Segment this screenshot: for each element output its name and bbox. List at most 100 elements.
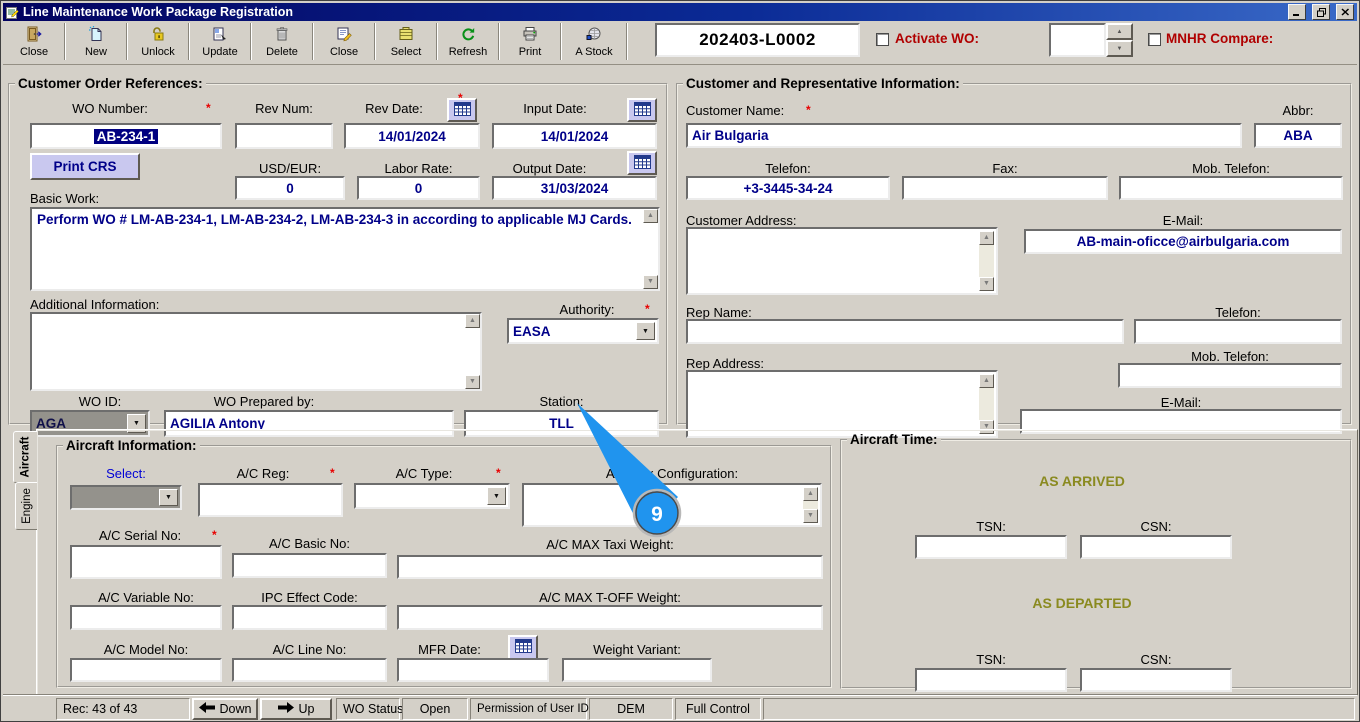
- scroll-up-icon[interactable]: ▲: [979, 231, 994, 245]
- tab-engine-label: Engine: [20, 488, 33, 524]
- restore-button[interactable]: [1312, 4, 1330, 20]
- calendar-icon: [453, 101, 471, 119]
- customer-address-label: Customer Address:: [686, 213, 797, 228]
- rev-date-calendar-button[interactable]: [447, 98, 477, 122]
- fax-input[interactable]: [902, 176, 1108, 200]
- close-window-button[interactable]: [1336, 4, 1354, 20]
- toolbar-separator: [312, 23, 314, 60]
- scroll-up-icon[interactable]: ▲: [643, 209, 658, 223]
- customer-name-input[interactable]: Air Bulgaria: [686, 123, 1242, 148]
- toolbar-print-button[interactable]: Print: [502, 23, 558, 64]
- scroll-down-icon[interactable]: ▼: [979, 277, 994, 291]
- tab-engine[interactable]: Engine: [15, 482, 37, 530]
- output-date-calendar-button[interactable]: [627, 151, 657, 175]
- rep-mob-telefon-input[interactable]: [1118, 363, 1342, 388]
- record-down-button[interactable]: Down: [192, 698, 258, 720]
- max-taxi-label: A/C MAX Taxi Weight:: [546, 537, 674, 552]
- activate-wo-checkbox[interactable]: [876, 33, 889, 46]
- vertical-scrollbar[interactable]: ▲ ▼: [979, 374, 994, 434]
- arrived-csn-input[interactable]: [1080, 535, 1232, 559]
- mob-telefon-input[interactable]: [1119, 176, 1343, 200]
- toolbar-refresh-button[interactable]: Refresh: [440, 23, 496, 64]
- max-toff-input[interactable]: [397, 605, 823, 630]
- scroll-up-icon[interactable]: ▲: [465, 314, 480, 328]
- spinner-up-button[interactable]: ▲: [1106, 23, 1133, 40]
- ac-reg-input[interactable]: [198, 483, 343, 517]
- record-up-button[interactable]: Up: [260, 698, 332, 720]
- toolbar-close-button[interactable]: Close: [6, 23, 62, 64]
- mfr-date-input[interactable]: [397, 658, 549, 682]
- toolbar-close2-button[interactable]: Close: [316, 23, 372, 64]
- scroll-down-icon[interactable]: ▼: [465, 375, 480, 389]
- minimize-button[interactable]: [1288, 4, 1306, 20]
- email-input[interactable]: AB-main-oficce@airbulgaria.com: [1024, 229, 1342, 254]
- ipc-code-input[interactable]: [232, 605, 387, 630]
- output-date-input[interactable]: 31/03/2024: [492, 176, 657, 200]
- chevron-down-icon[interactable]: ▼: [159, 489, 178, 506]
- ac-type-combo[interactable]: ▼: [354, 483, 510, 509]
- toolbar-new-button[interactable]: New: [68, 23, 124, 64]
- authority-label: Authority:: [559, 302, 615, 317]
- ac-basic-input[interactable]: [232, 553, 387, 578]
- usd-eur-input[interactable]: 0: [235, 176, 345, 200]
- input-date-input[interactable]: 14/01/2024: [492, 123, 657, 149]
- pax-config-textarea[interactable]: ▲ ▼: [522, 483, 822, 527]
- toolbar-update-button[interactable]: Update: [192, 23, 248, 64]
- chevron-down-icon[interactable]: ▼: [487, 487, 506, 505]
- toolbar-separator: [560, 23, 562, 60]
- toolbar-astock-button[interactable]: A Stock: [564, 23, 624, 64]
- mnhr-compare-checkbox[interactable]: [1148, 33, 1161, 46]
- scroll-down-icon[interactable]: ▼: [803, 509, 818, 523]
- toolbar-delete-button[interactable]: Delete: [254, 23, 310, 64]
- authority-required: *: [645, 302, 650, 316]
- tab-aircraft[interactable]: Aircraft: [13, 431, 37, 483]
- arrived-tsn-input[interactable]: [915, 535, 1067, 559]
- toolbar-select-button[interactable]: Select: [378, 23, 434, 64]
- rep-address-textarea[interactable]: ▲ ▼: [686, 370, 998, 438]
- ac-line-input[interactable]: [232, 658, 387, 682]
- departed-tsn-label: TSN:: [976, 652, 1006, 667]
- ac-serial-input[interactable]: [70, 545, 222, 579]
- scroll-up-icon[interactable]: ▲: [979, 374, 994, 388]
- toolbar-delete-label: Delete: [266, 46, 298, 58]
- labor-rate-input[interactable]: 0: [357, 176, 480, 200]
- wo-prepared-by-label: WO Prepared by:: [213, 394, 315, 409]
- permission-level-panel: Full Control: [675, 698, 761, 720]
- print-crs-button[interactable]: Print CRS: [30, 153, 140, 180]
- input-date-calendar-button[interactable]: [627, 98, 657, 122]
- print-crs-label: Print CRS: [53, 159, 117, 174]
- departed-tsn-input[interactable]: [915, 668, 1067, 692]
- basic-work-textarea[interactable]: Perform WO # LM-AB-234-1, LM-AB-234-2, L…: [30, 207, 660, 291]
- activate-wo-spinner-input[interactable]: [1049, 23, 1106, 57]
- mfr-date-calendar-button[interactable]: [508, 635, 538, 660]
- telefon-input[interactable]: +3-3445-34-24: [686, 176, 890, 200]
- max-taxi-input[interactable]: [397, 555, 823, 579]
- telefon-label: Telefon:: [765, 161, 811, 176]
- rep-telefon-input[interactable]: [1134, 319, 1342, 344]
- ac-variable-input[interactable]: [70, 605, 222, 630]
- scroll-down-icon[interactable]: ▼: [643, 275, 658, 289]
- ac-model-input[interactable]: [70, 658, 222, 682]
- additional-info-textarea[interactable]: ▲ ▼: [30, 312, 482, 391]
- rep-name-input[interactable]: [686, 319, 1124, 344]
- abbr-input[interactable]: ABA: [1254, 123, 1342, 148]
- authority-combo[interactable]: EASA ▼: [507, 318, 659, 344]
- toolbar-separator: [64, 23, 66, 60]
- arrived-csn-label: CSN:: [1140, 519, 1172, 534]
- rev-num-input[interactable]: [235, 123, 333, 149]
- abbr-value: ABA: [1283, 128, 1313, 143]
- scroll-up-icon[interactable]: ▲: [803, 487, 818, 501]
- toolbar-unlock-button[interactable]: Unlock: [130, 23, 186, 64]
- rev-num-label: Rev Num:: [255, 101, 313, 116]
- customer-address-textarea[interactable]: ▲ ▼: [686, 227, 998, 295]
- vertical-scrollbar[interactable]: ▲ ▼: [979, 231, 994, 291]
- departed-csn-input[interactable]: [1080, 668, 1232, 692]
- weight-variant-input[interactable]: [562, 658, 712, 682]
- wo-number-input[interactable]: AB-234-1: [30, 123, 222, 149]
- aircraft-select-combo[interactable]: ▼: [70, 485, 182, 510]
- chevron-down-icon[interactable]: ▼: [636, 322, 655, 340]
- vertical-scrollbar[interactable]: ▲ ▼: [803, 487, 818, 523]
- customer-name-label: Customer Name:: [686, 103, 785, 118]
- spinner-down-button[interactable]: ▼: [1106, 40, 1133, 57]
- rev-date-input[interactable]: 14/01/2024: [344, 123, 480, 149]
